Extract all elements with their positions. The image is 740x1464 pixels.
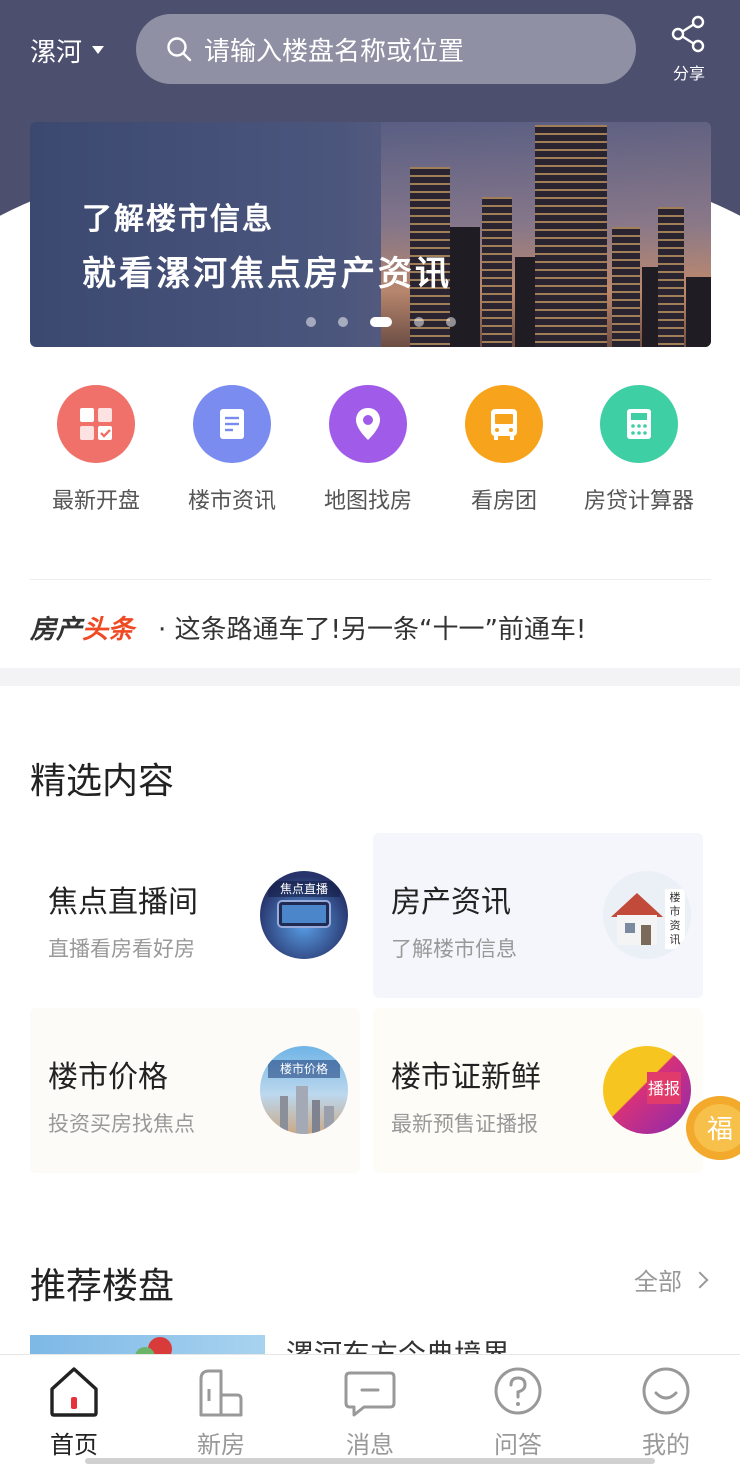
svg-text:播报: 播报 [648, 1079, 680, 1098]
card-thumbnail: 楼市价格 [260, 1046, 348, 1134]
search-placeholder: 请输入楼盘名称或位置 [204, 36, 465, 67]
quick-nav-label: 看房团 [470, 489, 537, 514]
tab-messages[interactable]: 消息 [310, 1365, 430, 1460]
news-headline-ticker[interactable]: 房产头条 · 这条路通车了!另一条“十一”前通车! [30, 604, 720, 650]
card-subtitle: 直播看房看好房 [48, 937, 195, 961]
svg-text:焦点直播: 焦点直播 [280, 882, 328, 896]
caret-down-icon [92, 46, 105, 54]
share-label: 分享 [672, 64, 705, 83]
quick-nav-latest-opening[interactable]: 最新开盘 [28, 385, 164, 515]
headline-text: · 这条路通车了!另一条“十一”前通车! [158, 614, 587, 645]
tab-label: 我的 [642, 1431, 690, 1459]
bottom-tab-bar: 首页 新房 消息 问答 我的 [0, 1354, 740, 1464]
featured-section-title: 精选内容 [30, 761, 175, 802]
search-icon [167, 37, 192, 62]
tab-qa[interactable]: 问答 [458, 1365, 578, 1460]
quick-nav: 最新开盘 楼市资讯 地图找房 看房团 房贷计算器 [0, 385, 740, 525]
card-subtitle: 最新预售证播报 [391, 1112, 538, 1136]
card-thumbnail: 播报 [603, 1046, 691, 1134]
tab-me[interactable]: 我的 [606, 1365, 726, 1460]
calculator-icon [600, 385, 678, 463]
quick-nav-map-search[interactable]: 地图找房 [300, 385, 436, 515]
map-pin-icon [329, 385, 407, 463]
banner-title-line2: 就看漯河焦点房产资讯 [82, 254, 452, 294]
property-name[interactable]: 漯河东方今典境界 [286, 1335, 510, 1355]
share-icon [671, 15, 705, 53]
tab-label: 问答 [494, 1431, 542, 1459]
tab-home[interactable]: 首页 [14, 1365, 134, 1460]
card-thumbnail: 焦点直播 [260, 871, 348, 959]
featured-card-property-news[interactable]: 房产资讯 了解楼市信息 楼 市 资 讯 [373, 833, 703, 998]
promo-banner[interactable]: 了解楼市信息 就看漯河焦点房产资讯 [30, 122, 711, 347]
tab-label: 新房 [197, 1431, 245, 1459]
svg-text:市: 市 [670, 904, 681, 918]
city-selector[interactable]: 漯河 [30, 30, 105, 70]
banner-title-line1: 了解楼市信息 [82, 202, 274, 237]
building-icon [199, 1369, 243, 1417]
document-icon [193, 385, 271, 463]
section-gap [0, 668, 740, 686]
bus-icon [465, 385, 543, 463]
pagination-dot[interactable] [306, 317, 316, 327]
calendar-grid-icon [57, 385, 135, 463]
svg-text:资: 资 [670, 919, 681, 932]
pagination-dot[interactable] [414, 317, 424, 327]
featured-card-presale-permits[interactable]: 楼市证新鲜 最新预售证播报 播报 [373, 1008, 703, 1173]
view-all-label: 全部 [634, 1268, 682, 1296]
svg-text:楼: 楼 [670, 890, 681, 904]
tab-label: 消息 [346, 1431, 394, 1459]
quick-nav-label: 最新开盘 [51, 489, 140, 514]
quick-nav-market-news[interactable]: 楼市资讯 [164, 385, 300, 515]
card-title: 楼市证新鲜 [391, 1060, 541, 1095]
card-title: 房产资讯 [391, 885, 511, 920]
featured-card-market-price[interactable]: 楼市价格 投资买房找焦点 楼市价格 [30, 1008, 360, 1173]
message-icon [344, 1371, 396, 1417]
view-all-link[interactable]: 全部 [634, 1262, 709, 1297]
recommend-section-title: 推荐楼盘 [30, 1266, 175, 1307]
headline-brand-logo: 房产头条 [30, 614, 135, 645]
svg-text:福: 福 [707, 1115, 733, 1145]
divider [30, 579, 711, 580]
quick-nav-label: 房贷计算器 [583, 489, 694, 514]
chevron-right-icon [691, 1271, 709, 1288]
card-subtitle: 投资买房找焦点 [48, 1112, 195, 1136]
quick-nav-label: 楼市资讯 [187, 489, 276, 514]
question-icon [494, 1367, 542, 1415]
card-thumbnail: 楼 市 资 讯 [603, 871, 691, 959]
home-indicator [85, 1458, 655, 1464]
home-icon [50, 1367, 98, 1417]
svg-text:楼市价格: 楼市价格 [280, 1061, 328, 1076]
quick-nav-mortgage-calculator[interactable]: 房贷计算器 [571, 385, 707, 515]
share-button[interactable]: 分享 [662, 14, 716, 84]
top-bar: 漯河 请输入楼盘名称或位置 分享 [0, 0, 740, 100]
tab-new-homes[interactable]: 新房 [161, 1365, 281, 1460]
city-label: 漯河 [30, 37, 83, 68]
smile-icon [642, 1367, 690, 1415]
quick-nav-tour-group[interactable]: 看房团 [436, 385, 572, 515]
card-title: 楼市价格 [48, 1060, 168, 1095]
tab-label: 首页 [50, 1431, 98, 1459]
svg-text:讯: 讯 [670, 933, 681, 946]
pagination-dot-active[interactable] [370, 317, 392, 327]
card-title: 焦点直播间 [48, 885, 198, 920]
featured-card-live-room[interactable]: 焦点直播间 直播看房看好房 焦点直播 [30, 833, 360, 998]
banner-pagination [306, 317, 478, 327]
card-subtitle: 了解楼市信息 [391, 937, 517, 961]
quick-nav-label: 地图找房 [323, 489, 412, 514]
floating-lucky-badge[interactable]: 福 [682, 1088, 740, 1166]
search-input[interactable]: 请输入楼盘名称或位置 [136, 14, 636, 84]
pagination-dot[interactable] [338, 317, 348, 327]
pagination-dot[interactable] [446, 317, 456, 327]
